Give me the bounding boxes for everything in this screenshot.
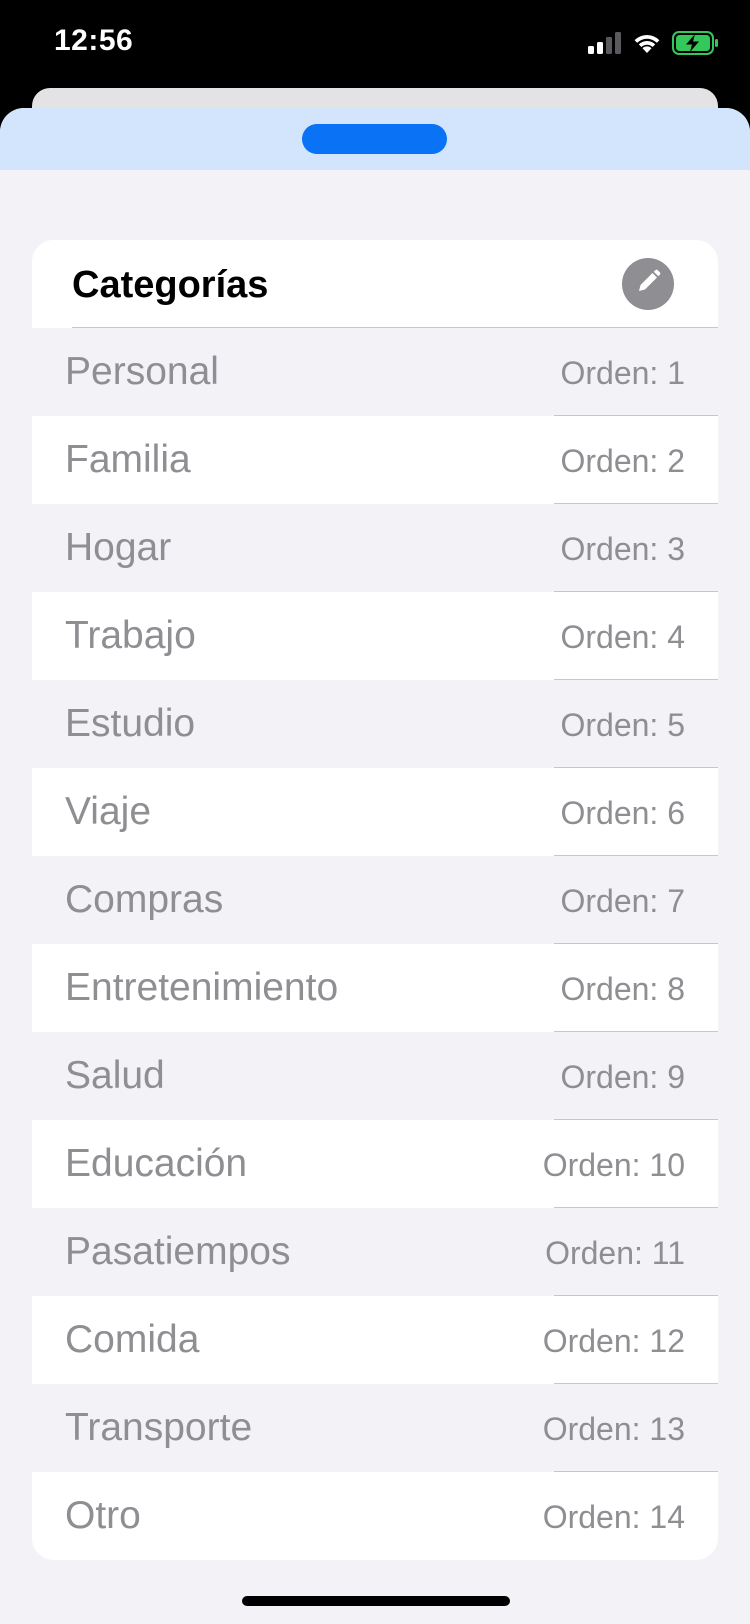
status-icons (588, 30, 720, 60)
category-name: Comida (65, 1318, 200, 1361)
category-order: Orden: 7 (560, 883, 685, 919)
categories-card: Categorías Personal Orden: 1 Familia Ord (32, 240, 718, 1560)
category-row[interactable]: Comida Orden: 12 (32, 1296, 718, 1384)
card-title: Categorías (72, 264, 269, 306)
category-row[interactable]: Pasatiempos Orden: 11 (32, 1208, 718, 1296)
sheet-grabber[interactable] (302, 124, 447, 154)
category-order: Orden: 5 (560, 707, 685, 743)
category-row[interactable]: Viaje Orden: 6 (32, 768, 718, 856)
category-order: Orden: 3 (560, 531, 685, 567)
category-order: Orden: 8 (560, 971, 685, 1007)
category-name: Viaje (65, 790, 152, 833)
category-name: Estudio (65, 702, 196, 745)
category-name: Educación (65, 1142, 248, 1185)
category-order: Orden: 6 (560, 795, 685, 831)
category-order: Orden: 11 (545, 1235, 685, 1271)
category-name: Salud (65, 1054, 165, 1097)
category-row[interactable]: Personal Orden: 1 (32, 328, 718, 416)
wifi-icon (632, 32, 662, 59)
category-row[interactable]: Trabajo Orden: 4 (32, 592, 718, 680)
category-order: Orden: 1 (560, 355, 685, 391)
category-name: Familia (65, 438, 191, 481)
category-name: Hogar (65, 526, 172, 569)
category-order: Orden: 4 (560, 619, 685, 655)
signal-icon (588, 31, 622, 59)
battery-charging-icon (672, 30, 720, 60)
category-order: Orden: 12 (542, 1323, 685, 1359)
category-order: Orden: 14 (542, 1499, 685, 1535)
category-list: Personal Orden: 1 Familia Orden: 2 Hogar… (32, 328, 718, 1560)
category-row[interactable]: Hogar Orden: 3 (32, 504, 718, 592)
category-row[interactable]: Otro Orden: 14 (32, 1472, 718, 1560)
category-row[interactable]: Educación Orden: 10 (32, 1120, 718, 1208)
category-name: Compras (65, 878, 224, 921)
categories-sheet: Categorías Personal Orden: 1 Familia Ord (0, 108, 750, 1624)
category-order: Orden: 10 (542, 1147, 685, 1183)
category-order: Orden: 13 (542, 1411, 685, 1447)
pencil-icon (635, 269, 661, 300)
status-time: 12:56 (54, 24, 134, 57)
card-header: Categorías (32, 240, 718, 328)
category-row[interactable]: Salud Orden: 9 (32, 1032, 718, 1120)
category-name: Otro (65, 1494, 141, 1537)
category-row[interactable]: Entretenimiento Orden: 8 (32, 944, 718, 1032)
category-name: Transporte (65, 1406, 253, 1449)
category-row[interactable]: Estudio Orden: 5 (32, 680, 718, 768)
edit-button[interactable] (622, 258, 674, 310)
category-name: Trabajo (65, 614, 196, 657)
category-order: Orden: 9 (560, 1059, 685, 1095)
status-bar: 12:56 (0, 0, 750, 90)
category-row[interactable]: Transporte Orden: 13 (32, 1384, 718, 1472)
sheet-header (0, 108, 750, 170)
category-row[interactable]: Compras Orden: 7 (32, 856, 718, 944)
category-name: Pasatiempos (65, 1230, 291, 1273)
category-name: Personal (65, 350, 219, 393)
home-indicator (242, 1596, 510, 1606)
category-name: Entretenimiento (65, 966, 339, 1009)
category-row[interactable]: Familia Orden: 2 (32, 416, 718, 504)
category-order: Orden: 2 (560, 443, 685, 479)
